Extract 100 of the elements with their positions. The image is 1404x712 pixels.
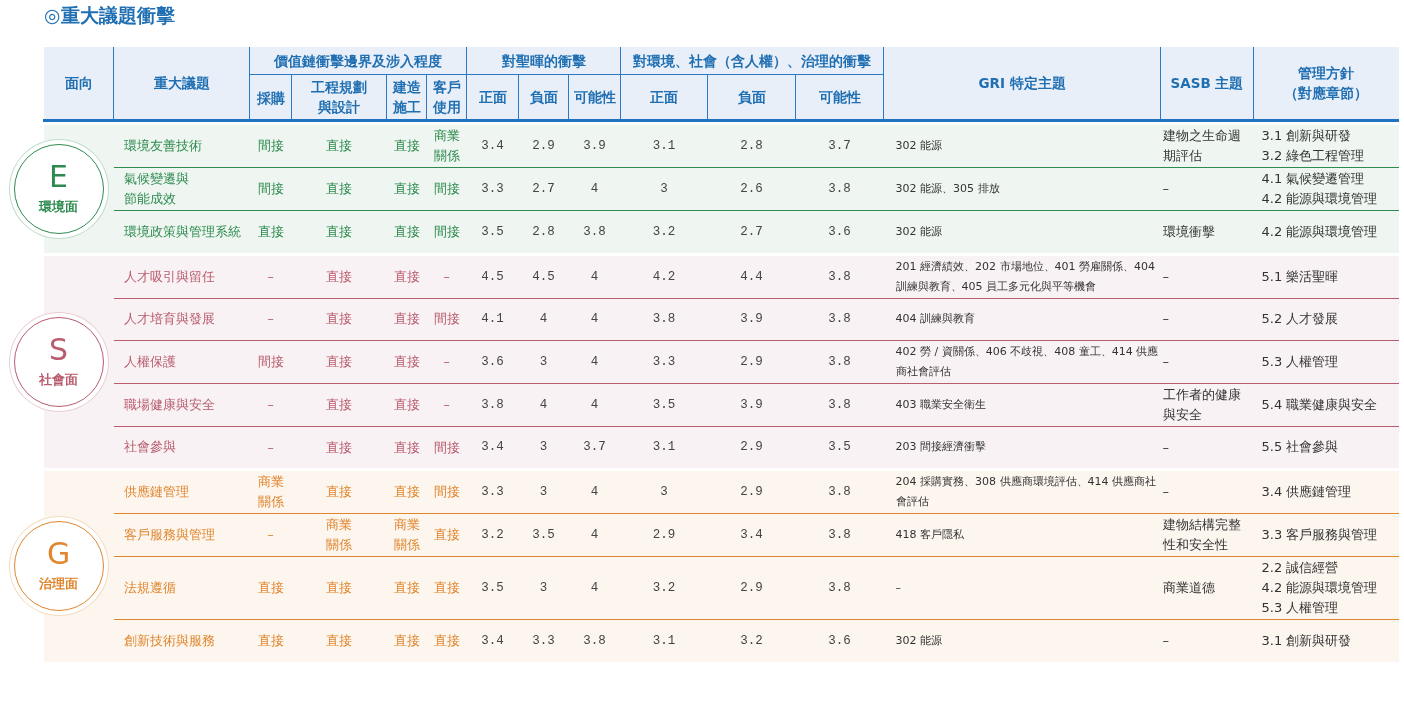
table-cell-text: 間接 — [433, 438, 460, 457]
table-cell-text: – — [267, 267, 274, 286]
table-cell-text: 204 採購實務、308 供應商環境評估、414 供應商社會評估 — [895, 474, 1158, 510]
column-header: 管理方針 — [1297, 64, 1356, 83]
column-header: 正面 — [620, 74, 708, 121]
table-cell: 3.6 — [795, 619, 884, 662]
policy-item: 4.2 能源與環境管理 — [1261, 579, 1379, 597]
table-cell-text: 建物之生命週期評估 — [1162, 127, 1242, 165]
table-cell-text: 間接 — [257, 180, 284, 199]
policy-item: 4.1 氣候變遷管理 — [1261, 170, 1366, 188]
pillar-name: 治理面 — [39, 575, 78, 594]
table-cell: 3.8 — [795, 471, 884, 514]
column-header: 負面 — [518, 74, 569, 121]
table-cell: 3.2 — [620, 210, 708, 253]
table-cell-text: 直接 — [326, 223, 352, 241]
table-cell-text: 403 職業安全衛生 — [895, 396, 987, 413]
table-cell: 3.5 — [466, 210, 519, 253]
table-cell-text: 直接 — [257, 223, 284, 241]
table-cell-text: 環境衝擊 — [1162, 223, 1215, 241]
table-cell-text: 間接 — [433, 483, 460, 502]
topic-cell-text: 人才吸引與留任 — [123, 267, 216, 286]
column-header: 建造施工 — [392, 78, 421, 117]
table-cell-text: 直接 — [393, 395, 420, 414]
table-cell-text: 直接 — [326, 395, 352, 414]
table-cell: 3.8 — [795, 167, 884, 211]
table-cell-text: 工作者的健康與安全 — [1162, 385, 1242, 424]
table-cell: 3.4 — [466, 426, 519, 468]
table-cell: 3.3 — [466, 471, 519, 514]
table-cell-text: 418 客戶隱私 — [895, 527, 965, 543]
table-cell-text: 302 能源 — [895, 223, 943, 240]
table-cell: 3.8 — [568, 619, 621, 662]
table-cell: 4.1 — [466, 298, 519, 340]
table-cell: 2.8 — [707, 125, 796, 168]
topic-cell-text: 社會參與 — [123, 438, 177, 457]
topic-cell-text: 人才培育與發展 — [123, 310, 216, 328]
table-cell: 4 — [518, 298, 569, 340]
table-cell: 3.1 — [620, 125, 708, 168]
table-cell-text: 直接 — [326, 310, 352, 329]
column-header: 工程規劃與設計 — [310, 78, 368, 117]
table-cell-text: 直接 — [393, 632, 420, 650]
table-cell: 3 — [518, 471, 569, 514]
table-cell: 3.1 — [620, 426, 708, 468]
table-cell: 3.3 — [518, 619, 569, 662]
table-cell-text: 直接 — [326, 579, 352, 598]
table-cell-text: 商業關係 — [257, 473, 284, 511]
table-cell: 4 — [568, 298, 621, 340]
column-header: 客戶使用 — [432, 78, 461, 117]
column-header: GRI 特定主題 — [883, 47, 1161, 121]
table-cell: 3.8 — [795, 255, 884, 298]
column-header: 正面 — [466, 74, 519, 121]
table-cell: 3.7 — [795, 125, 884, 168]
table-cell: 4 — [568, 471, 621, 514]
table-cell: 3.8 — [795, 298, 884, 340]
column-header: 重大議題 — [113, 47, 250, 121]
table-cell: 2.7 — [518, 167, 569, 211]
table-cell: 3 — [620, 167, 708, 211]
table-cell: 3.8 — [466, 383, 519, 426]
table-cell-text: 直接 — [257, 579, 284, 598]
table-cell-text: 直接 — [393, 223, 420, 241]
table-cell: 3.5 — [795, 426, 884, 468]
table-cell: 3 — [518, 426, 569, 468]
table-cell-text: 間接 — [257, 352, 284, 371]
topic-cell-text: 供應鏈管理 — [123, 483, 190, 501]
table-cell: 3.2 — [707, 619, 796, 662]
pillar-name: 環境面 — [39, 197, 78, 216]
table-cell: 3.8 — [795, 556, 884, 620]
table-cell: 3.8 — [568, 210, 621, 253]
pillar-letter: E — [49, 160, 68, 193]
table-cell-text: 商業關係 — [393, 516, 420, 554]
table-cell-text: 203 間接經濟衝擊 — [895, 439, 987, 456]
table-cell: 4.5 — [466, 255, 519, 298]
table-cell-text: – — [443, 395, 450, 414]
pillar-letter: G — [46, 538, 71, 571]
table-cell-text: 商業道德 — [1162, 579, 1215, 598]
table-cell-text: 201 經濟績效、202 市場地位、401 勞雇關係、404 訓練與教育、405 員工多元化與平等機會 — [895, 258, 1157, 295]
column-header: 可能性 — [795, 74, 884, 121]
table-cell-text: 直接 — [393, 137, 420, 156]
table-cell: 3.5 — [620, 383, 708, 426]
column-group-header: 對環境、社會（含人權）、治理的衝擊 — [620, 47, 884, 75]
topic-cell-text: 職場健康與安全 — [123, 395, 216, 414]
table-cell: 4.2 — [620, 255, 708, 298]
table-cell: 2.8 — [518, 210, 569, 253]
table-cell-text: – — [1162, 310, 1170, 329]
policy-item: 3.4 供應鏈管理 — [1261, 483, 1353, 501]
table-cell-text: 直接 — [326, 438, 352, 457]
topic-cell-text: 人權保護 — [123, 352, 177, 371]
table-cell-text: – — [267, 438, 274, 457]
policy-item: 4.2 能源與環境管理 — [1261, 190, 1379, 208]
policy-item: 3.1 創新與研發 — [1261, 127, 1353, 145]
table-cell-text: – — [443, 267, 450, 286]
table-cell: 4.5 — [518, 255, 569, 298]
table-cell-text: 302 能源 — [895, 138, 943, 154]
table-cell: 3.8 — [795, 383, 884, 426]
table-cell-text: 直接 — [393, 579, 420, 598]
column-header: 採購 — [256, 88, 285, 108]
table-cell-text: 直接 — [393, 483, 420, 502]
table-cell-text: – — [895, 580, 902, 596]
policy-item: 4.2 能源與環境管理 — [1261, 222, 1379, 241]
section-title: ◎重大議題衝擊 — [44, 3, 176, 28]
topic-cell-text: 環境政策與管理系統 — [123, 222, 242, 241]
